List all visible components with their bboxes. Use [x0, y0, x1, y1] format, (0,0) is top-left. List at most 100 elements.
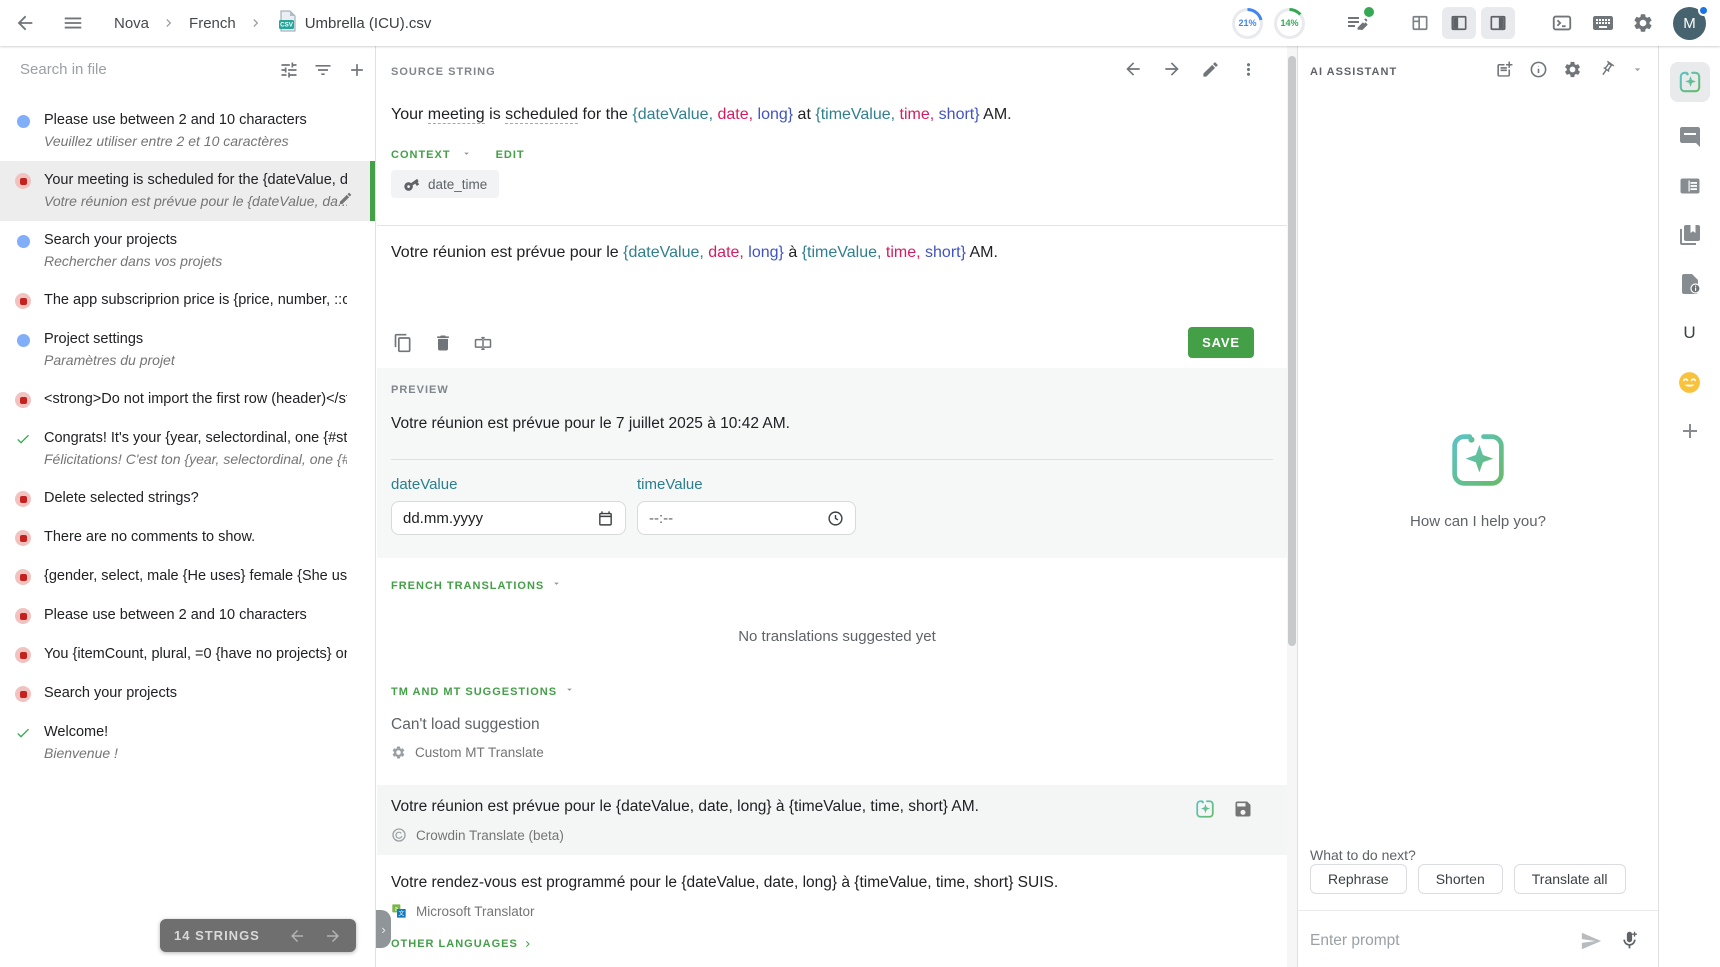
next-string-icon[interactable]	[324, 927, 342, 945]
custom-app-u-icon[interactable]: U	[1676, 319, 1704, 347]
tune-filter-icon[interactable]	[279, 60, 299, 80]
previous-string-icon[interactable]	[288, 927, 306, 945]
context-row: CONTEXT EDIT	[391, 146, 525, 164]
translation-progress-ring[interactable]: 21%	[1232, 8, 1263, 39]
ai-action-translate-all[interactable]: Translate all	[1514, 864, 1626, 894]
context-toggle[interactable]: CONTEXT	[391, 149, 451, 161]
string-source-text: Congrats! It's your {year, selectordinal…	[44, 428, 347, 449]
icu-placeholder-token: short}	[921, 244, 966, 261]
editor-scrollbar[interactable]	[1287, 46, 1297, 967]
caret-down-icon	[551, 576, 562, 593]
layout-left-panel-icon[interactable]	[1442, 7, 1476, 39]
string-list-item[interactable]: Delete selected strings?	[0, 479, 375, 518]
string-list-item[interactable]: The app subscriprion price is {price, nu…	[0, 281, 375, 320]
save-suggestion-icon[interactable]	[1233, 798, 1253, 820]
suggestion-row[interactable]: Votre rendez-vous est programmé pour le …	[391, 872, 1167, 919]
new-conversation-icon[interactable]	[1495, 60, 1514, 79]
other-languages-label: OTHER LANGUAGES	[391, 938, 518, 950]
french-translations-header[interactable]: FRENCH TRANSLATIONS	[391, 576, 562, 594]
collapse-sidebar-handle[interactable]: ›	[376, 910, 391, 948]
emoji-app-icon[interactable]	[1676, 368, 1704, 396]
suggestion-row[interactable]: Can't load suggestionCustom MT Translate	[391, 714, 1167, 760]
translation-input[interactable]: Votre réunion est prévue pour le {dateVa…	[391, 242, 1167, 264]
add-string-icon[interactable]	[347, 60, 367, 80]
time-input[interactable]: --:--	[637, 501, 856, 535]
comments-tab-icon[interactable]	[1676, 123, 1704, 151]
icu-placeholder-token: date,	[704, 244, 744, 261]
approval-progress-ring[interactable]: 14%	[1274, 8, 1305, 39]
info-icon[interactable]	[1529, 60, 1548, 79]
add-app-icon[interactable]	[1676, 417, 1704, 445]
glossary-tab-icon[interactable]	[1676, 221, 1704, 249]
string-key-chip[interactable]: date_time	[391, 170, 499, 198]
string-list-item[interactable]: Project settingsParamètres du projet	[0, 320, 375, 380]
edit-note-icon[interactable]	[1345, 11, 1369, 35]
breadcrumb-language[interactable]: French	[189, 15, 236, 32]
previous-string-arrow-icon[interactable]	[1123, 59, 1143, 79]
string-list-item[interactable]: Please use between 2 and 10 charactersVe…	[0, 101, 375, 161]
caret-down-icon[interactable]	[1631, 63, 1644, 76]
string-list-item[interactable]: There are no comments to show.	[0, 518, 375, 557]
edit-string-icon[interactable]	[338, 191, 353, 211]
calendar-icon[interactable]	[597, 510, 614, 527]
layout-right-panel-icon[interactable]	[1481, 7, 1515, 39]
insert-placeholder-icon[interactable]	[473, 333, 493, 353]
avatar[interactable]: M	[1673, 7, 1706, 40]
string-list-item[interactable]: {gender, select, male {He uses} female {…	[0, 557, 375, 596]
more-options-icon[interactable]	[1239, 59, 1258, 79]
string-list-item[interactable]: Search your projectsRechercher dans vos …	[0, 221, 375, 281]
layout-split-icon[interactable]	[1403, 7, 1437, 39]
ai-greeting-text: How can I help you?	[1298, 513, 1658, 530]
file-info-tab-icon[interactable]	[1676, 270, 1704, 298]
time-field-label: timeValue	[637, 476, 703, 493]
console-icon[interactable]	[1551, 12, 1573, 34]
next-string-arrow-icon[interactable]	[1162, 59, 1182, 79]
context-tab-icon[interactable]	[1676, 172, 1704, 200]
breadcrumb-file[interactable]: Umbrella (ICU).csv	[305, 15, 432, 32]
settings-gear-icon[interactable]	[1632, 12, 1654, 34]
tm-mt-suggestions-header[interactable]: TM AND MT SUGGESTIONS	[391, 682, 575, 700]
ai-action-rephrase[interactable]: Rephrase	[1310, 864, 1407, 894]
icu-placeholder-token: date,	[713, 106, 753, 123]
search-input[interactable]	[20, 61, 279, 78]
string-key-label: date_time	[428, 177, 487, 192]
voice-input-icon[interactable]	[1619, 930, 1640, 951]
string-list-item-selected[interactable]: Your meeting is scheduled for the {dateV…	[0, 161, 375, 221]
copy-source-icon[interactable]	[393, 333, 413, 353]
date-input[interactable]: dd.mm.yyyy	[391, 501, 626, 535]
save-button[interactable]: SAVE	[1188, 327, 1254, 358]
back-icon[interactable]	[14, 12, 36, 34]
suggestion-provider: Custom MT Translate	[391, 745, 1167, 760]
clock-icon[interactable]	[827, 510, 844, 527]
ai-assistant-tab-icon[interactable]	[1670, 62, 1710, 102]
string-source-text: Your meeting is scheduled for the {dateV…	[44, 170, 347, 191]
icu-placeholder-token: time,	[895, 106, 934, 123]
status-approved-icon	[14, 430, 32, 448]
clear-translation-icon[interactable]	[433, 333, 453, 353]
ai-settings-gear-icon[interactable]	[1563, 60, 1582, 79]
send-prompt-icon[interactable]	[1580, 930, 1602, 952]
edit-source-icon[interactable]	[1201, 59, 1220, 79]
string-list-item[interactable]: Welcome!Bienvenue !	[0, 713, 375, 773]
string-list-item[interactable]: <strong>Do not import the first row (hea…	[0, 380, 375, 419]
string-list-item[interactable]: You {itemCount, plural, =0 {have no proj…	[0, 635, 375, 674]
pin-icon[interactable]	[1597, 60, 1616, 79]
keyboard-icon[interactable]	[1591, 11, 1615, 35]
suggestion-row[interactable]: Votre réunion est prévue pour le {dateVa…	[377, 785, 1287, 855]
scrollbar-thumb[interactable]	[1288, 56, 1296, 646]
breadcrumb-project[interactable]: Nova	[114, 15, 149, 32]
string-list-item[interactable]: Please use between 2 and 10 characters	[0, 596, 375, 635]
ai-assistant-title: AI ASSISTANT	[1310, 66, 1397, 78]
other-languages-header[interactable]: OTHER LANGUAGES	[391, 938, 534, 950]
menu-icon[interactable]	[62, 12, 84, 34]
ai-translate-icon[interactable]	[1194, 798, 1216, 820]
string-list-item[interactable]: Congrats! It's your {year, selectordinal…	[0, 419, 375, 479]
context-edit-button[interactable]: EDIT	[496, 149, 525, 161]
filter-list-icon[interactable]	[313, 60, 333, 80]
source-string-label: SOURCE STRING	[391, 66, 496, 78]
ai-quick-actions: Rephrase Shorten Translate all	[1310, 864, 1626, 894]
selected-indicator-bar	[370, 161, 375, 221]
string-list-item[interactable]: Search your projects	[0, 674, 375, 713]
ai-prompt-input[interactable]	[1310, 926, 1560, 956]
ai-action-shorten[interactable]: Shorten	[1418, 864, 1503, 894]
